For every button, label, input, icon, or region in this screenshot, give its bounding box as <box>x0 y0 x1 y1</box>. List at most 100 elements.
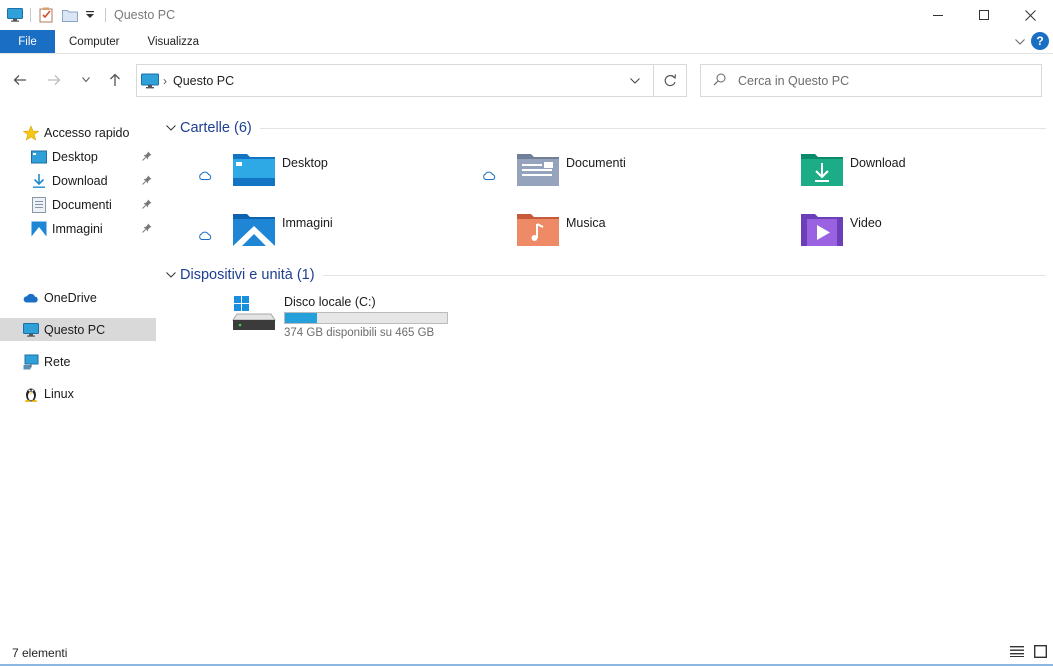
minimize-button[interactable] <box>915 0 961 30</box>
download-folder-icon <box>800 150 844 188</box>
sidebar-item-label: Rete <box>44 354 71 369</box>
close-button[interactable] <box>1007 0 1053 30</box>
folder-name: Documenti <box>566 156 626 170</box>
arrow-right-icon <box>48 75 61 85</box>
search-input[interactable] <box>738 73 1018 88</box>
close-icon <box>1024 9 1036 21</box>
ribbon-right-controls: ? <box>1015 32 1049 50</box>
search-box[interactable] <box>700 64 1042 97</box>
pin-icon[interactable] <box>142 198 152 212</box>
window-title: Questo PC <box>114 8 176 22</box>
quick-access-toolbar: Questo PC <box>0 0 175 30</box>
folder-item-documents[interactable]: Documenti <box>482 150 752 198</box>
group-title: Dispositivi e unità (1) <box>180 267 315 283</box>
chevron-down-icon[interactable] <box>163 125 179 131</box>
drive-free-space: 374 GB disponibili su 465 GB <box>284 327 435 339</box>
refresh-button[interactable] <box>653 65 686 96</box>
item-count: 7 elementi <box>12 646 68 660</box>
desktop-icon <box>31 149 47 165</box>
up-button[interactable] <box>105 70 125 90</box>
onedrive-icon <box>23 290 39 306</box>
help-icon[interactable]: ? <box>1031 32 1049 50</box>
documents-folder-icon <box>516 150 560 188</box>
tab-view[interactable]: Visualizza <box>134 30 214 53</box>
recent-locations-button[interactable] <box>76 70 96 90</box>
customize-toolbar-icon[interactable] <box>85 6 95 24</box>
this-pc-icon[interactable] <box>6 6 24 24</box>
chevron-down-icon[interactable] <box>163 272 179 278</box>
forward-button[interactable] <box>44 70 64 90</box>
folder-item-video[interactable]: Video <box>766 210 1036 258</box>
sidebar-item-network[interactable]: Rete <box>0 350 156 373</box>
download-icon <box>31 173 47 189</box>
sidebar-item-documents[interactable]: Documenti <box>0 193 156 216</box>
desktop-folder-icon <box>232 150 276 188</box>
folder-name: Download <box>850 156 906 170</box>
video-folder-icon <box>800 210 844 248</box>
sidebar-item-quick-access[interactable]: Accesso rapido <box>0 121 156 144</box>
sidebar-item-label: Accesso rapido <box>44 125 130 140</box>
group-header-devices[interactable]: Dispositivi e unità (1) <box>160 264 1050 286</box>
sidebar-item-label: OneDrive <box>44 290 97 305</box>
view-switcher <box>1010 644 1048 661</box>
drive-name: Disco locale (C:) <box>284 295 376 309</box>
new-folder-icon[interactable] <box>61 6 79 24</box>
status-bar: 7 elementi <box>0 640 1053 666</box>
sidebar-item-pictures[interactable]: Immagini <box>0 217 156 240</box>
sidebar-item-onedrive[interactable]: OneDrive <box>0 286 156 309</box>
title-bar: Questo PC <box>0 0 1053 30</box>
network-icon <box>23 354 39 370</box>
cloud-sync-icon <box>198 229 212 243</box>
navigation-pane: Accesso rapido Desktop Download Document… <box>0 106 156 640</box>
breadcrumb-separator-icon[interactable]: › <box>163 74 167 88</box>
tab-file[interactable]: File <box>0 30 55 53</box>
sidebar-item-label: Desktop <box>52 149 98 164</box>
navigation-bar: › Questo PC <box>0 54 1053 106</box>
folder-item-download[interactable]: Download <box>766 150 1036 198</box>
sidebar-item-label: Questo PC <box>44 322 106 337</box>
folder-item-music[interactable]: Musica <box>482 210 752 258</box>
sidebar-item-download[interactable]: Download <box>0 169 156 192</box>
sidebar-item-label: Immagini <box>52 221 103 236</box>
address-history-button[interactable] <box>624 65 646 96</box>
toolbar-separator <box>30 8 31 22</box>
folder-item-desktop[interactable]: Desktop <box>198 150 468 198</box>
minimize-icon <box>933 15 943 16</box>
toolbar-separator <box>105 8 106 22</box>
cloud-sync-icon <box>482 169 496 183</box>
pictures-folder-icon <box>232 210 276 248</box>
folder-name: Video <box>850 216 882 230</box>
search-icon <box>713 73 726 89</box>
folder-name: Immagini <box>282 216 333 230</box>
pin-icon[interactable] <box>142 150 152 164</box>
group-divider <box>322 274 1046 276</box>
pictures-icon <box>31 221 47 237</box>
group-title: Cartelle (6) <box>180 120 252 136</box>
large-icons-view-icon[interactable] <box>1033 644 1048 661</box>
refresh-icon <box>664 74 676 87</box>
drive-item-c[interactable]: Disco locale (C:) 374 GB disponibili su … <box>232 292 492 342</box>
music-folder-icon <box>516 210 560 248</box>
group-header-folders[interactable]: Cartelle (6) <box>160 117 1050 139</box>
properties-icon[interactable] <box>37 6 55 24</box>
drive-usage-bar <box>284 312 448 324</box>
chevron-down-icon <box>630 77 640 84</box>
breadcrumb-current[interactable]: Questo PC <box>173 74 234 88</box>
tab-computer[interactable]: Computer <box>55 30 134 53</box>
sidebar-item-desktop[interactable]: Desktop <box>0 145 156 168</box>
this-pc-icon <box>23 322 39 338</box>
folder-item-pictures[interactable]: Immagini <box>198 210 468 258</box>
address-bar[interactable]: › Questo PC <box>136 64 687 97</box>
cloud-sync-icon <box>198 169 212 183</box>
expand-ribbon-icon[interactable] <box>1015 34 1025 48</box>
arrow-up-icon <box>110 73 120 86</box>
maximize-icon <box>979 10 989 20</box>
pin-icon[interactable] <box>142 222 152 236</box>
maximize-button[interactable] <box>961 0 1007 30</box>
sidebar-item-this-pc[interactable]: Questo PC <box>0 318 156 341</box>
details-view-icon[interactable] <box>1010 645 1024 661</box>
arrow-left-icon <box>13 75 26 85</box>
sidebar-item-linux[interactable]: Linux <box>0 382 156 405</box>
back-button[interactable] <box>10 70 30 90</box>
pin-icon[interactable] <box>142 174 152 188</box>
